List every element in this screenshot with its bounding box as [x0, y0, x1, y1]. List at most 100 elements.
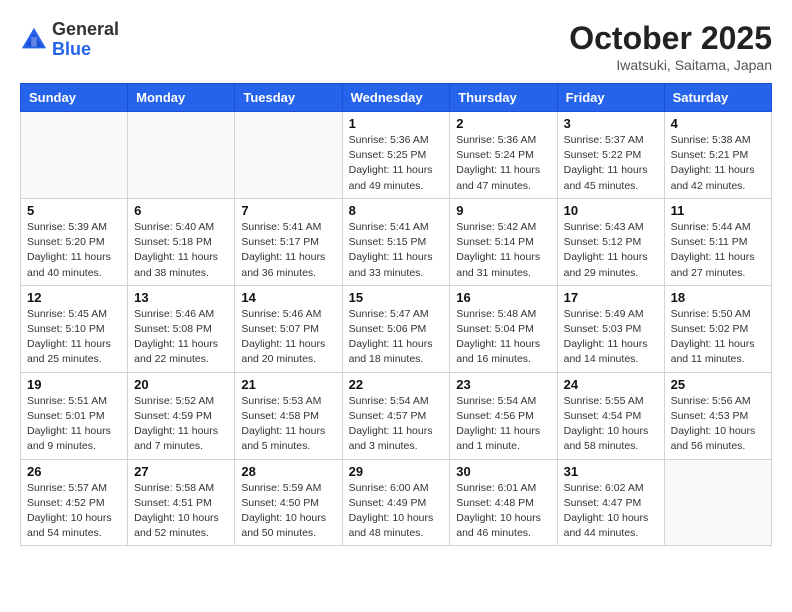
day-info: Sunrise: 5:38 AM Sunset: 5:21 PM Dayligh… [671, 133, 765, 194]
logo: General Blue [20, 20, 119, 60]
day-number: 1 [349, 116, 444, 131]
day-number: 3 [564, 116, 658, 131]
calendar-cell: 19 Sunrise: 5:51 AM Sunset: 5:01 PM Dayli… [21, 372, 128, 459]
day-info: Sunrise: 5:42 AM Sunset: 5:14 PM Dayligh… [456, 220, 550, 281]
calendar-cell: 25 Sunrise: 5:56 AM Sunset: 4:53 PM Dayli… [664, 372, 771, 459]
location-label: Iwatsuki, Saitama, Japan [569, 57, 772, 73]
calendar-cell: 1 Sunrise: 5:36 AM Sunset: 5:25 PM Daylig… [342, 112, 450, 199]
day-number: 31 [564, 464, 658, 479]
day-info: Sunrise: 5:46 AM Sunset: 5:07 PM Dayligh… [241, 307, 335, 368]
weekday-header-row: SundayMondayTuesdayWednesdayThursdayFrid… [21, 84, 772, 112]
day-number: 8 [349, 203, 444, 218]
day-number: 17 [564, 290, 658, 305]
calendar-cell: 26Sunrise: 5:57 AM Sunset: 4:52 PM Dayli… [21, 459, 128, 546]
day-info: Sunrise: 5:57 AM Sunset: 4:52 PM Dayligh… [27, 481, 121, 542]
calendar-cell: 17 Sunrise: 5:49 AM Sunset: 5:03 PM Dayli… [557, 285, 664, 372]
calendar-cell: 24 Sunrise: 5:55 AM Sunset: 4:54 PM Dayli… [557, 372, 664, 459]
calendar-cell: 15 Sunrise: 5:47 AM Sunset: 5:06 PM Dayli… [342, 285, 450, 372]
day-info: Sunrise: 5:54 AM Sunset: 4:56 PM Dayligh… [456, 394, 550, 455]
day-info: Sunrise: 5:39 AM Sunset: 5:20 PM Dayligh… [27, 220, 121, 281]
day-info: Sunrise: 5:53 AM Sunset: 4:58 PM Dayligh… [241, 394, 335, 455]
calendar-cell: 4 Sunrise: 5:38 AM Sunset: 5:21 PM Daylig… [664, 112, 771, 199]
day-info: Sunrise: 5:51 AM Sunset: 5:01 PM Dayligh… [27, 394, 121, 455]
day-number: 16 [456, 290, 550, 305]
calendar-table: SundayMondayTuesdayWednesdayThursdayFrid… [20, 83, 772, 546]
day-number: 28 [241, 464, 335, 479]
day-info: Sunrise: 5:36 AM Sunset: 5:25 PM Dayligh… [349, 133, 444, 194]
day-number: 4 [671, 116, 765, 131]
calendar-cell: 2 Sunrise: 5:36 AM Sunset: 5:24 PM Daylig… [450, 112, 557, 199]
calendar-cell: 6Sunrise: 5:40 AM Sunset: 5:18 PM Daylig… [128, 198, 235, 285]
day-info: Sunrise: 5:50 AM Sunset: 5:02 PM Dayligh… [671, 307, 765, 368]
day-number: 25 [671, 377, 765, 392]
calendar-cell: 21 Sunrise: 5:53 AM Sunset: 4:58 PM Dayli… [235, 372, 342, 459]
day-number: 14 [241, 290, 335, 305]
day-info: Sunrise: 5:47 AM Sunset: 5:06 PM Dayligh… [349, 307, 444, 368]
day-number: 7 [241, 203, 335, 218]
calendar-cell: 29Sunrise: 6:00 AM Sunset: 4:49 PM Dayli… [342, 459, 450, 546]
logo-blue-text: Blue [52, 40, 119, 60]
day-info: Sunrise: 5:37 AM Sunset: 5:22 PM Dayligh… [564, 133, 658, 194]
calendar-cell: 20 Sunrise: 5:52 AM Sunset: 4:59 PM Dayli… [128, 372, 235, 459]
day-info: Sunrise: 5:44 AM Sunset: 5:11 PM Dayligh… [671, 220, 765, 281]
page-header: General Blue October 2025 Iwatsuki, Sait… [20, 20, 772, 73]
day-number: 2 [456, 116, 550, 131]
calendar-cell: 3 Sunrise: 5:37 AM Sunset: 5:22 PM Daylig… [557, 112, 664, 199]
calendar-cell: 10 Sunrise: 5:43 AM Sunset: 5:12 PM Dayli… [557, 198, 664, 285]
calendar-cell: 7 Sunrise: 5:41 AM Sunset: 5:17 PM Daylig… [235, 198, 342, 285]
day-number: 30 [456, 464, 550, 479]
day-info: Sunrise: 5:41 AM Sunset: 5:17 PM Dayligh… [241, 220, 335, 281]
day-info: Sunrise: 5:58 AM Sunset: 4:51 PM Dayligh… [134, 481, 228, 542]
day-number: 24 [564, 377, 658, 392]
calendar-cell [128, 112, 235, 199]
weekday-header: Monday [128, 84, 235, 112]
day-number: 12 [27, 290, 121, 305]
day-info: Sunrise: 5:36 AM Sunset: 5:24 PM Dayligh… [456, 133, 550, 194]
day-number: 29 [349, 464, 444, 479]
weekday-header: Tuesday [235, 84, 342, 112]
calendar-cell: 12 Sunrise: 5:45 AM Sunset: 5:10 PM Dayli… [21, 285, 128, 372]
logo-general-text: General [52, 20, 119, 40]
day-info: Sunrise: 6:01 AM Sunset: 4:48 PM Dayligh… [456, 481, 550, 542]
calendar-cell: 5Sunrise: 5:39 AM Sunset: 5:20 PM Daylig… [21, 198, 128, 285]
calendar-cell: 23Sunrise: 5:54 AM Sunset: 4:56 PM Dayli… [450, 372, 557, 459]
day-number: 6 [134, 203, 228, 218]
month-title: October 2025 [569, 20, 772, 57]
day-number: 9 [456, 203, 550, 218]
logo-icon [20, 26, 48, 54]
calendar-cell: 18Sunrise: 5:50 AM Sunset: 5:02 PM Dayli… [664, 285, 771, 372]
day-number: 20 [134, 377, 228, 392]
calendar-week-row: 1 Sunrise: 5:36 AM Sunset: 5:25 PM Daylig… [21, 112, 772, 199]
calendar-week-row: 5Sunrise: 5:39 AM Sunset: 5:20 PM Daylig… [21, 198, 772, 285]
day-number: 21 [241, 377, 335, 392]
day-info: Sunrise: 5:56 AM Sunset: 4:53 PM Dayligh… [671, 394, 765, 455]
day-info: Sunrise: 5:46 AM Sunset: 5:08 PM Dayligh… [134, 307, 228, 368]
calendar-cell: 30 Sunrise: 6:01 AM Sunset: 4:48 PM Dayli… [450, 459, 557, 546]
day-number: 15 [349, 290, 444, 305]
day-number: 10 [564, 203, 658, 218]
weekday-header: Wednesday [342, 84, 450, 112]
calendar-cell: 28Sunrise: 5:59 AM Sunset: 4:50 PM Dayli… [235, 459, 342, 546]
day-info: Sunrise: 5:43 AM Sunset: 5:12 PM Dayligh… [564, 220, 658, 281]
day-info: Sunrise: 6:02 AM Sunset: 4:47 PM Dayligh… [564, 481, 658, 542]
day-number: 19 [27, 377, 121, 392]
day-info: Sunrise: 5:52 AM Sunset: 4:59 PM Dayligh… [134, 394, 228, 455]
calendar-cell [664, 459, 771, 546]
calendar-cell: 8 Sunrise: 5:41 AM Sunset: 5:15 PM Daylig… [342, 198, 450, 285]
calendar-week-row: 19 Sunrise: 5:51 AM Sunset: 5:01 PM Dayli… [21, 372, 772, 459]
weekday-header: Saturday [664, 84, 771, 112]
day-number: 13 [134, 290, 228, 305]
weekday-header: Thursday [450, 84, 557, 112]
calendar-cell: 27Sunrise: 5:58 AM Sunset: 4:51 PM Dayli… [128, 459, 235, 546]
title-block: October 2025 Iwatsuki, Saitama, Japan [569, 20, 772, 73]
day-info: Sunrise: 5:54 AM Sunset: 4:57 PM Dayligh… [349, 394, 444, 455]
day-info: Sunrise: 5:45 AM Sunset: 5:10 PM Dayligh… [27, 307, 121, 368]
calendar-cell: 16Sunrise: 5:48 AM Sunset: 5:04 PM Dayli… [450, 285, 557, 372]
day-info: Sunrise: 5:55 AM Sunset: 4:54 PM Dayligh… [564, 394, 658, 455]
day-info: Sunrise: 5:49 AM Sunset: 5:03 PM Dayligh… [564, 307, 658, 368]
calendar-cell [235, 112, 342, 199]
weekday-header: Friday [557, 84, 664, 112]
calendar-cell: 9 Sunrise: 5:42 AM Sunset: 5:14 PM Daylig… [450, 198, 557, 285]
calendar-week-row: 26Sunrise: 5:57 AM Sunset: 4:52 PM Dayli… [21, 459, 772, 546]
day-info: Sunrise: 5:41 AM Sunset: 5:15 PM Dayligh… [349, 220, 444, 281]
